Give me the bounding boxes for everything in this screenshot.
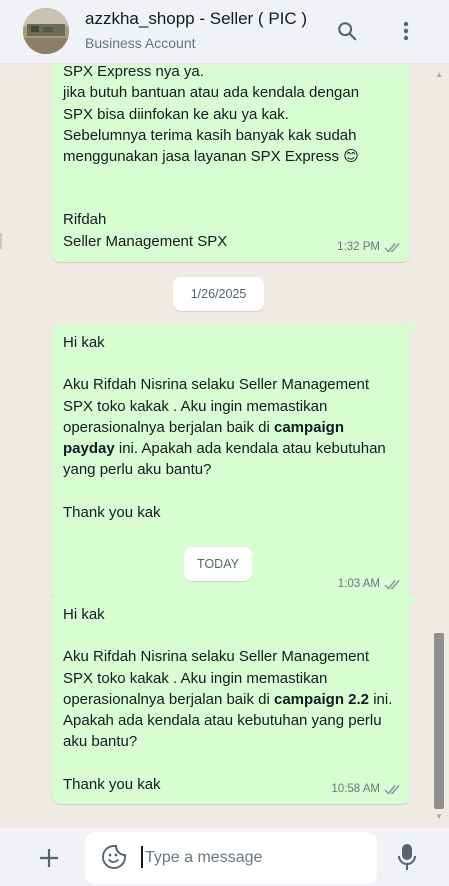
- microphone-icon: [398, 844, 416, 870]
- scrollbar-thumb[interactable]: [434, 633, 444, 809]
- scroll-down-arrow-icon[interactable]: ▼: [435, 812, 443, 821]
- message-line: SPX Express nya ya.: [63, 65, 204, 80]
- message-input[interactable]: [145, 842, 365, 874]
- date-separator: TODAY: [184, 547, 252, 581]
- text-cursor: [141, 846, 143, 868]
- message-greeting: Hi kak: [63, 606, 105, 623]
- message-line: Sebelumnya terima kasih banyak kak sudah: [63, 126, 357, 144]
- search-button[interactable]: [330, 14, 364, 48]
- message-line: SPX bisa diinfokan ke aku ya kak.: [63, 105, 289, 123]
- more-vertical-icon: [403, 21, 409, 41]
- plus-icon: [40, 849, 58, 867]
- attach-button[interactable]: [33, 842, 65, 874]
- account-type: Business Account: [85, 35, 196, 51]
- sticker-icon: [102, 845, 126, 869]
- message-meta: 1:32 PM: [337, 237, 402, 258]
- message-line: jika butuh bantuan atau ada kendala deng…: [63, 84, 360, 102]
- message-closing: Thank you kak: [63, 503, 161, 521]
- avatar[interactable]: [23, 8, 69, 54]
- date-separator: 1/26/2025: [173, 277, 264, 311]
- double-check-icon: [384, 784, 400, 795]
- message-greeting: Hi kak: [63, 334, 105, 351]
- message-time: 10:58 AM: [331, 782, 380, 795]
- double-check-icon: [384, 242, 400, 253]
- signature-name: Rifdah: [63, 211, 107, 229]
- message-bubble[interactable]: SPX Express nya ya. jika butuh bantuan a…: [52, 65, 410, 262]
- smile-emoji: 😊: [343, 148, 359, 166]
- contact-name[interactable]: azzkha_shopp - Seller ( PIC ): [85, 9, 307, 29]
- sticker-button[interactable]: [101, 844, 129, 872]
- message-line: menggunakan jasa layanan SPX Express: [63, 148, 340, 166]
- double-check-icon: [384, 579, 400, 590]
- voice-message-button[interactable]: [394, 842, 420, 872]
- message-input-container: [85, 832, 377, 884]
- message-time: 1:03 AM: [337, 577, 380, 590]
- menu-button[interactable]: [389, 14, 423, 48]
- panel-edge: [0, 233, 2, 249]
- campaign-name: campaign 2.2: [273, 690, 370, 708]
- message-list[interactable]: SPX Express nya ya. jika butuh bantuan a…: [0, 65, 449, 827]
- composer: [0, 828, 449, 886]
- message-time: 1:32 PM: [337, 240, 380, 253]
- message-meta: 10:58 AM: [331, 779, 402, 800]
- message-bubble[interactable]: Hi kak Aku Rifdah Nisrina selaku Seller …: [52, 596, 418, 804]
- scroll-up-arrow-icon[interactable]: ▲: [435, 70, 443, 79]
- message-meta: 1:03 AM: [338, 574, 402, 595]
- chat-header: azzkha_shopp - Seller ( PIC ) Business A…: [0, 0, 449, 64]
- search-icon: [338, 22, 357, 41]
